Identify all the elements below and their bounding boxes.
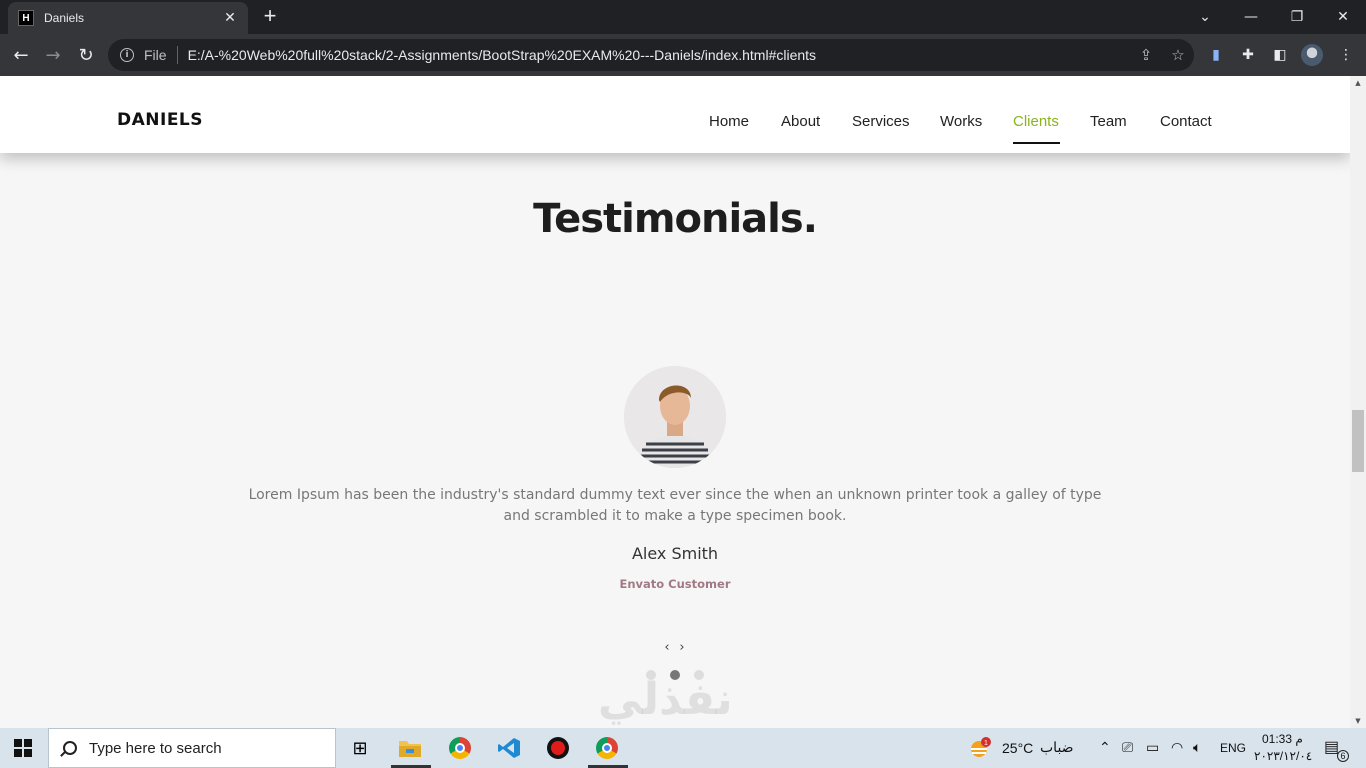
task-view-icon[interactable]: ⊞ bbox=[346, 734, 374, 762]
share-icon[interactable]: ⇪ bbox=[1130, 46, 1162, 64]
taskbar-search-box[interactable]: Type here to search bbox=[48, 728, 336, 768]
nav-clients[interactable]: Clients bbox=[1013, 113, 1059, 130]
tab-title: Daniels bbox=[44, 11, 85, 25]
volume-icon[interactable]: 🔈︎ bbox=[1193, 739, 1201, 756]
profile-avatar[interactable] bbox=[1301, 44, 1323, 66]
restore-button[interactable]: ❐ bbox=[1274, 0, 1320, 34]
nav-works[interactable]: Works bbox=[940, 113, 982, 130]
scroll-thumb[interactable] bbox=[1352, 410, 1364, 472]
site-logo[interactable]: DANIELS bbox=[117, 110, 203, 130]
browser-toolbar: ← → ↻ i File E:/A-%20Web%20full%20stack/… bbox=[0, 34, 1366, 76]
section-title: Testimonials. bbox=[533, 196, 818, 242]
minimize-button[interactable]: — bbox=[1228, 0, 1274, 34]
menu-kebab-icon[interactable]: ⋮ bbox=[1337, 46, 1355, 64]
nav-contact[interactable]: Contact bbox=[1160, 113, 1212, 130]
testimonial-role: Envato Customer bbox=[619, 577, 731, 591]
browser-tab[interactable]: H Daniels ✕ bbox=[8, 2, 248, 34]
reload-icon[interactable]: ↻ bbox=[73, 42, 99, 68]
bookmark-star-icon[interactable]: ☆ bbox=[1162, 46, 1194, 64]
notification-count-badge: 6 bbox=[1337, 750, 1349, 762]
back-arrow-icon[interactable]: ← bbox=[8, 42, 34, 68]
active-nav-underline bbox=[1013, 142, 1060, 144]
side-panel-icon[interactable]: ◧ bbox=[1271, 46, 1289, 64]
close-window-button[interactable]: ✕ bbox=[1320, 0, 1366, 34]
file-explorer-icon[interactable] bbox=[396, 734, 424, 762]
taskbar-search-placeholder: Type here to search bbox=[89, 739, 222, 757]
nav-team[interactable]: Team bbox=[1090, 113, 1127, 130]
meet-now-icon[interactable]: ⎚ bbox=[1122, 739, 1133, 756]
page-scrollbar[interactable]: ▲ ▼ bbox=[1350, 76, 1366, 728]
file-scheme-label: File bbox=[144, 47, 167, 63]
testimonial-name: Alex Smith bbox=[631, 544, 719, 563]
forward-arrow-icon[interactable]: → bbox=[40, 42, 66, 68]
extension-icon[interactable]: ▮ bbox=[1207, 46, 1225, 64]
chrome-active-icon[interactable] bbox=[593, 734, 621, 762]
weather-icon[interactable]: 1 bbox=[966, 734, 994, 762]
nav-home[interactable]: Home bbox=[709, 113, 749, 130]
omnibox-divider bbox=[176, 46, 178, 64]
testimonial-avatar bbox=[624, 366, 726, 468]
carousel-prev-icon[interactable]: ‹ bbox=[661, 641, 673, 655]
tab-close-icon[interactable]: ✕ bbox=[222, 10, 238, 26]
tray-chevron-up-icon[interactable]: ⌃ bbox=[1099, 739, 1111, 756]
battery-icon[interactable]: ▭ bbox=[1146, 739, 1159, 756]
carousel-next-icon[interactable]: › bbox=[676, 641, 688, 655]
browser-tab-strip: H Daniels ✕ + ⌄ — ❐ ✕ bbox=[0, 0, 1366, 34]
weather-temperature[interactable]: 25°C bbox=[1002, 740, 1033, 756]
svg-text:1: 1 bbox=[984, 740, 988, 747]
tab-favicon-icon: H bbox=[18, 10, 34, 26]
wifi-icon[interactable]: ◠ bbox=[1171, 739, 1183, 756]
windows-taskbar: Type here to search ⊞ 1 25°C ضباب ⌃ ⎚ ▭ … bbox=[0, 728, 1366, 768]
screen-recorder-icon[interactable] bbox=[544, 734, 572, 762]
weather-description[interactable]: ضباب bbox=[1040, 739, 1074, 756]
puzzle-extensions-icon[interactable]: ✚ bbox=[1239, 46, 1257, 64]
site-info-icon[interactable]: i bbox=[120, 48, 134, 62]
address-bar[interactable]: i File E:/A-%20Web%20full%20stack/2-Assi… bbox=[108, 39, 1194, 71]
site-header: DANIELS Home About Services Works Client… bbox=[0, 76, 1350, 153]
clock-date[interactable]: ٢٠٢٣/١٢/٠٤ bbox=[1254, 749, 1312, 763]
scroll-down-icon[interactable]: ▼ bbox=[1350, 714, 1366, 728]
windows-start-icon[interactable] bbox=[14, 739, 32, 757]
nav-services[interactable]: Services bbox=[852, 113, 910, 130]
search-icon bbox=[63, 741, 77, 755]
chrome-icon[interactable] bbox=[446, 734, 474, 762]
tab-search-chevron-icon[interactable]: ⌄ bbox=[1182, 0, 1228, 34]
scroll-up-icon[interactable]: ▲ bbox=[1350, 76, 1366, 90]
url-text[interactable]: E:/A-%20Web%20full%20stack/2-Assignments… bbox=[188, 47, 1130, 63]
new-tab-button[interactable]: + bbox=[258, 4, 282, 28]
clock-time[interactable]: 01:33 م bbox=[1262, 732, 1303, 746]
language-indicator[interactable]: ENG bbox=[1220, 741, 1246, 755]
page-viewport: DANIELS Home About Services Works Client… bbox=[0, 76, 1350, 728]
vscode-icon[interactable] bbox=[495, 734, 523, 762]
nav-about[interactable]: About bbox=[781, 113, 820, 130]
watermark-logo: نفذلي bbox=[598, 674, 733, 725]
testimonial-quote: Lorem Ipsum has been the industry's stan… bbox=[248, 487, 1102, 524]
